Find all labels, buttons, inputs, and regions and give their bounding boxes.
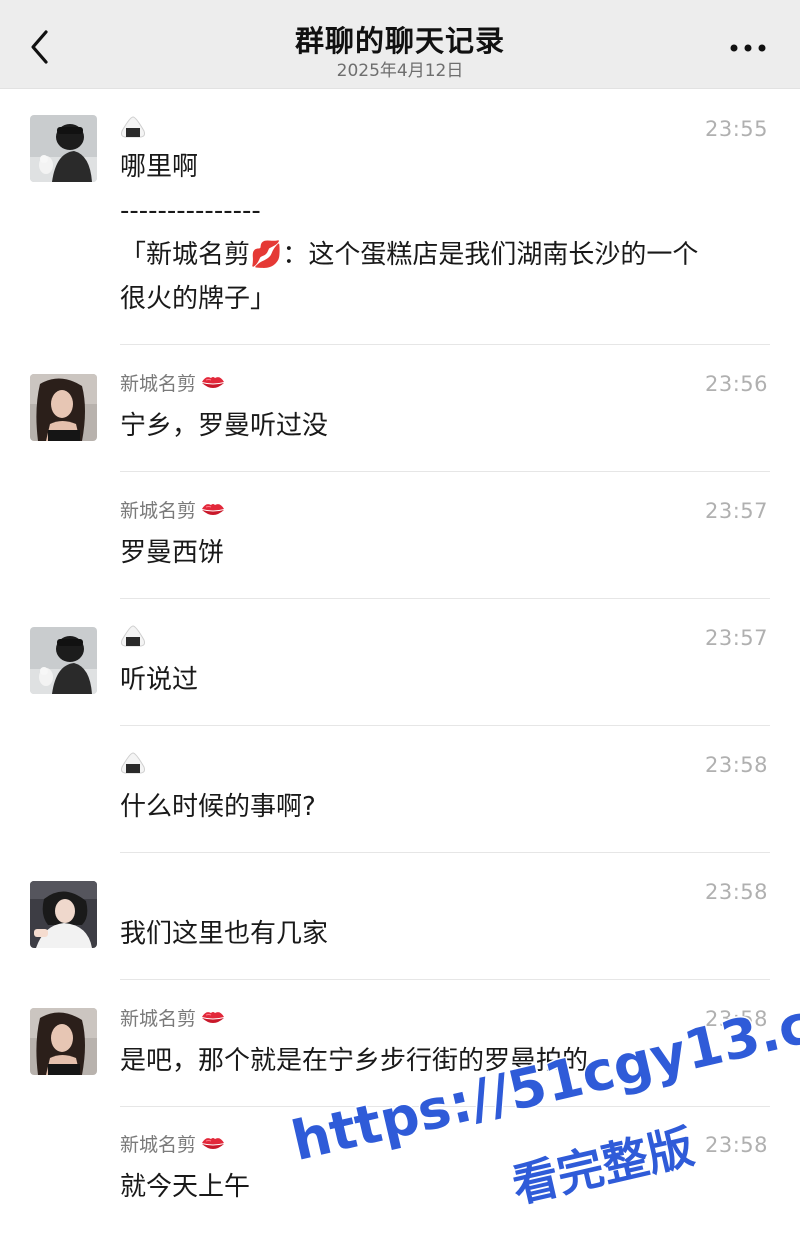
sender-name: 新城名剪 [120, 1131, 226, 1159]
chat-message[interactable]: 23:58 什么时候的事啊? [0, 751, 800, 851]
chat-message[interactable]: 23:57 听说过 [0, 624, 800, 724]
divider [120, 852, 770, 853]
sender-name-text: 新城名剪 [120, 1134, 197, 1156]
divider [120, 598, 770, 599]
sender-name-text: 新城名剪 [120, 373, 197, 395]
kiss-icon [201, 503, 225, 516]
message-text: 哪里啊 --------------- 「新城名剪💋：这个蛋糕店是我们湖南长沙的… [120, 152, 699, 314]
page-subtitle-date: 2025年4月12日 [336, 61, 464, 81]
message-time: 23:58 [704, 1007, 768, 1031]
divider [120, 1106, 770, 1107]
message-text: 听说过 [120, 665, 199, 695]
message-time: 23:57 [704, 499, 768, 523]
message-text: 就今天上午 [120, 1172, 251, 1202]
sender-name [120, 115, 148, 143]
chat-message[interactable]: 23:58 我们这里也有几家 [0, 878, 800, 978]
sender-name: 新城名剪 [120, 1005, 226, 1033]
onigiri-icon [121, 116, 145, 138]
sender-name-text: 新城名剪 [120, 1008, 197, 1030]
message-time: 23:57 [704, 626, 768, 650]
message-time: 23:55 [704, 117, 768, 141]
message-text: 我们这里也有几家 [120, 919, 329, 949]
chat-message[interactable]: 新城名剪 23:56 宁乡，罗曼听过没 [0, 370, 800, 470]
avatar[interactable] [30, 115, 97, 182]
sender-name [120, 624, 148, 652]
chat-message[interactable]: 新城名剪 23:57 罗曼西饼 [0, 497, 800, 597]
avatar[interactable] [30, 374, 97, 441]
message-time: 23:56 [704, 372, 768, 396]
divider [120, 344, 770, 345]
sender-name-text: 新城名剪 [120, 500, 197, 522]
sender-name: 新城名剪 [120, 497, 226, 525]
message-text: 是吧，那个就是在宁乡步行街的罗曼拍的 [120, 1046, 589, 1076]
message-time: 23:58 [704, 753, 768, 777]
kiss-icon [201, 1011, 225, 1024]
more-dots-icon [730, 44, 766, 52]
kiss-icon [201, 1137, 225, 1150]
divider [120, 979, 770, 980]
sender-name: 新城名剪 [120, 370, 226, 398]
onigiri-icon [121, 752, 145, 774]
divider [120, 725, 770, 726]
page-title: 群聊的聊天记录 [294, 24, 505, 58]
sender-name [120, 751, 148, 779]
avatar[interactable] [30, 881, 97, 948]
more-options-button[interactable] [728, 38, 768, 58]
onigiri-icon [121, 625, 145, 647]
chat-history-header: 群聊的聊天记录 2025年4月12日 [0, 0, 800, 89]
chat-message[interactable]: 新城名剪 23:58 就今天上午 [0, 1131, 800, 1231]
message-time: 23:58 [704, 880, 768, 904]
message-time: 23:58 [704, 1133, 768, 1157]
chat-message[interactable]: 新城名剪 23:58 是吧，那个就是在宁乡步行街的罗曼拍的 [0, 1005, 800, 1105]
message-text: 罗曼西饼 [120, 538, 225, 568]
divider [120, 471, 770, 472]
message-text: 宁乡，罗曼听过没 [120, 411, 329, 441]
avatar[interactable] [30, 627, 97, 694]
kiss-icon [201, 376, 225, 389]
avatar[interactable] [30, 1008, 97, 1075]
chat-message[interactable]: 23:55 哪里啊 --------------- 「新城名剪💋：这个蛋糕店是我… [0, 115, 800, 345]
message-text: 什么时候的事啊? [120, 792, 316, 822]
